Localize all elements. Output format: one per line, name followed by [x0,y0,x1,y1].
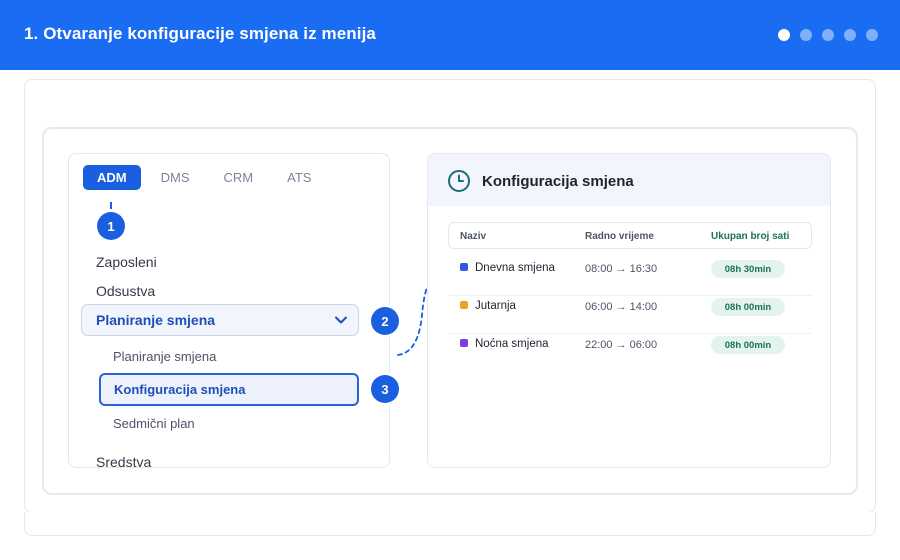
navigation-menu: ADM DMS CRM ATS Zaposleni Odsustva Plani… [68,153,390,468]
table-header: Naziv Radno vrijeme Ukupan broj sati [448,222,812,249]
panel-title: Konfiguracija smjena [482,173,634,190]
column-header-radno-vrijeme[interactable]: Radno vrijeme [585,231,654,242]
step-title: 1. Otvaranje konfiguracije smjena iz men… [24,24,376,43]
shift-time: 08:00 → 16:30 [585,263,658,275]
menu-item-zaposleni[interactable]: Zaposleni [96,254,157,270]
chevron-down-icon [335,316,347,324]
shift-name: Dnevna smjena [475,262,555,274]
step-dot-1[interactable] [778,29,790,41]
tab-adm[interactable]: ADM [83,165,141,190]
tab-crm[interactable]: CRM [210,165,268,190]
step-indicator [778,29,878,41]
shift-total-badge: 08h 30min [711,260,785,278]
step-dot-4[interactable] [844,29,856,41]
shift-name: Noćna smjena [475,338,549,350]
table-row[interactable]: Jutarnja 06:00 → 14:00 08h 00min [448,296,812,334]
menu-group-planiranje-smjena[interactable]: Planiranje smjena [81,304,359,336]
shift-time: 06:00 → 14:00 [585,301,658,313]
submenu-item-konfiguracija-smjena[interactable]: Konfiguracija smjena [99,373,359,406]
menu-item-odsustva[interactable]: Odsustva [96,283,155,299]
clock-icon [448,170,470,192]
menu-group-label: Planiranje smjena [96,312,216,328]
submenu-item-planiranje-smjena[interactable]: Planiranje smjena [113,349,216,364]
shift-name: Jutarnja [475,300,516,312]
submenu-item-label: Konfiguracija smjena [114,382,246,397]
submenu-item-sedmicni-plan[interactable]: Sedmični plan [113,416,195,431]
menu-item-sredstva[interactable]: Sredstva [96,454,151,467]
shift-total-badge: 08h 00min [711,336,785,354]
shift-color-swatch [460,339,468,347]
shift-configuration-panel: Konfiguracija smjena Naziv Radno vrijeme… [427,153,831,468]
step-badge-1: 1 [97,212,125,240]
shift-color-swatch [460,263,468,271]
step-header: 1. Otvaranje konfiguracije smjena iz men… [0,0,900,70]
content-card-footer [24,512,876,536]
step-dot-5[interactable] [866,29,878,41]
table-row[interactable]: Noćna smjena 22:00 → 06:00 08h 00min [448,334,812,372]
column-header-ukupan-broj-sati[interactable]: Ukupan broj sati [711,231,789,242]
tab-ats[interactable]: ATS [273,165,325,190]
module-tabs: ADM DMS CRM ATS [83,165,331,190]
tab-dms[interactable]: DMS [147,165,204,190]
badge-1-pointer [110,202,112,212]
step-dot-3[interactable] [822,29,834,41]
step-badge-3: 3 [371,375,399,403]
shift-time: 22:00 → 06:00 [585,339,658,351]
shift-color-swatch [460,301,468,309]
table-row[interactable]: Dnevna smjena 08:00 → 16:30 08h 30min [448,258,812,296]
column-header-naziv[interactable]: Naziv [460,231,486,242]
shift-total-badge: 08h 00min [711,298,785,316]
connector-line [397,286,428,356]
panel-header: Konfiguracija smjena [428,154,830,206]
step-dot-2[interactable] [800,29,812,41]
